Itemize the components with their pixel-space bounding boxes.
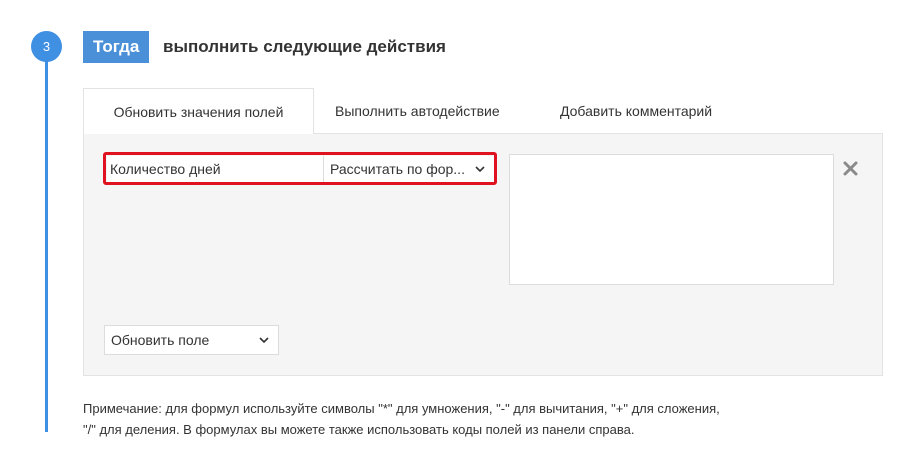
tab-add-comment[interactable]: Добавить комментарий <box>560 88 712 134</box>
tab-update-field-values[interactable]: Обновить значения полей <box>83 88 314 134</box>
formula-note: Примечание: для формул используйте симво… <box>83 398 823 440</box>
tab-run-auto-action[interactable]: Выполнить автодействие <box>335 88 500 134</box>
step-timeline-line <box>45 60 48 432</box>
step-number: 3 <box>31 31 62 62</box>
highlight-frame <box>103 152 497 185</box>
note-line-1: Примечание: для формул используйте симво… <box>83 401 720 416</box>
note-line-2: "/" для деления. В формулах вы можете та… <box>83 422 635 437</box>
add-field-select[interactable]: Обновить поле <box>104 325 279 355</box>
close-x-icon[interactable] <box>842 160 859 177</box>
add-field-label: Обновить поле <box>111 332 210 348</box>
chevron-down-icon <box>259 337 269 344</box>
formula-input[interactable] <box>509 154 834 285</box>
page: 3 Тогда выполнить следующие действия Обн… <box>0 0 919 464</box>
then-badge: Тогда <box>83 31 150 63</box>
step-title: выполнить следующие действия <box>163 37 446 56</box>
